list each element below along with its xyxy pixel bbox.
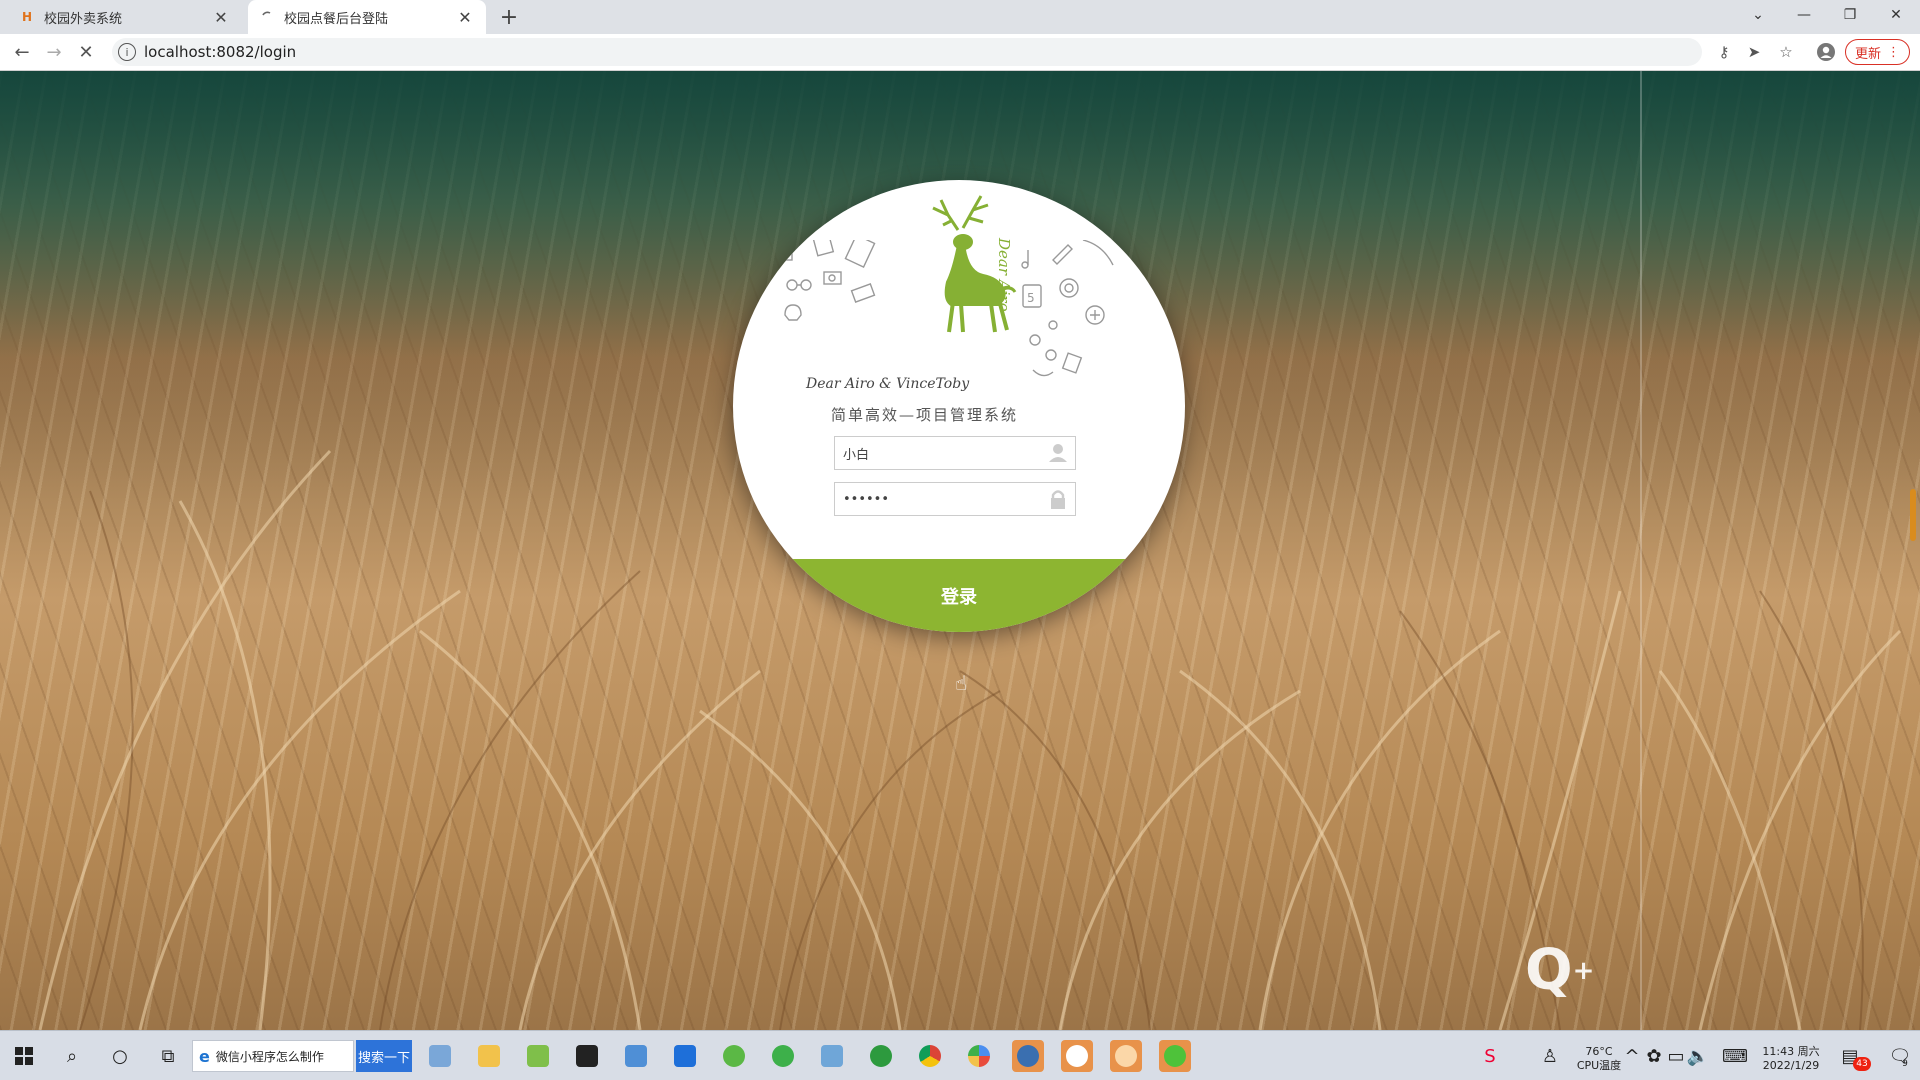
hand-cursor-icon: ☝ (955, 671, 968, 695)
password-field[interactable]: •••••• (834, 482, 1076, 516)
tab-close-icon[interactable]: ✕ (212, 8, 230, 27)
forward-icon[interactable]: → (42, 40, 66, 64)
send-icon[interactable]: ➤ (1742, 40, 1766, 64)
address-bar[interactable]: i localhost:8082/login (112, 38, 1702, 66)
q-plus-watermark-icon: Q+ (1525, 938, 1595, 1003)
window-app-icon[interactable] (620, 1040, 652, 1072)
blue-app-icon[interactable] (816, 1040, 848, 1072)
taskbar-search-input[interactable]: e 微信小程序怎么制作 (192, 1040, 354, 1072)
side-scroll-handle[interactable] (1910, 489, 1916, 541)
cortana-icon[interactable]: ○ (104, 1040, 136, 1072)
network-icon[interactable]: ▭ (1666, 1040, 1686, 1072)
task-view-icon[interactable]: ⧉ (152, 1040, 184, 1072)
login-card: 5 Dear Airo Dear Airo & VinceToby 简单高效—项… (733, 180, 1185, 632)
key-icon[interactable]: ⚷ (1712, 40, 1736, 64)
download-app-icon[interactable] (865, 1040, 897, 1072)
chrome-icon[interactable] (914, 1040, 946, 1072)
orange-app-icon[interactable] (1061, 1040, 1093, 1072)
cpu-temp: 76°C CPU温度 (1574, 1045, 1624, 1073)
username-value: 小白 (843, 447, 870, 463)
windows-start-icon[interactable] (8, 1040, 40, 1072)
terminal-icon[interactable] (571, 1040, 603, 1072)
clock[interactable]: 11:43 周六 2022/1/29 (1756, 1045, 1826, 1073)
search-app-icon[interactable] (1110, 1040, 1142, 1072)
browser-tab-strip: H 校园外卖系统 ✕ 校园点餐后台登陆 ✕ + ⌄ — ❐ ✕ (0, 0, 1920, 34)
lock-icon (1051, 490, 1065, 509)
minimize-button[interactable]: — (1781, 0, 1827, 30)
ie-icon: e (199, 1046, 210, 1066)
globe-app-icon[interactable] (1012, 1040, 1044, 1072)
system-slogan: 简单高效—项目管理系统 (831, 406, 1019, 424)
tagline: Dear Airo & VinceToby (806, 376, 970, 392)
clock-date: 2022/1/29 (1762, 1059, 1820, 1072)
url-text: localhost:8082/login (144, 43, 297, 61)
user-icon (1049, 444, 1067, 462)
green-leaf-app-icon[interactable] (767, 1040, 799, 1072)
pinwheel-app-icon[interactable] (963, 1040, 995, 1072)
notification-count-badge: 43 (1853, 1057, 1871, 1071)
tab-login[interactable]: 校园点餐后台登陆 ✕ (248, 0, 486, 34)
volume-icon[interactable]: 🔈 (1687, 1040, 1709, 1072)
more-menu-icon: ⋮ (1887, 44, 1900, 60)
search-icon[interactable]: ⌕ (56, 1040, 88, 1072)
ime-icon[interactable]: S (1474, 1040, 1506, 1072)
password-value: •••••• (843, 491, 890, 507)
clock-time: 11:43 周六 (1762, 1045, 1820, 1058)
editor-app-icon[interactable] (522, 1040, 554, 1072)
action-center-count: 9 (1902, 1059, 1908, 1069)
person-tray-icon[interactable]: ♙ (1534, 1040, 1566, 1072)
temp-value: 76°C (1585, 1045, 1613, 1058)
new-tab-button[interactable]: + (496, 4, 522, 30)
login-button[interactable]: 登录 (733, 559, 1185, 632)
bookmark-star-icon[interactable]: ☆ (1774, 40, 1798, 64)
tab-search-icon[interactable]: ⌄ (1735, 0, 1781, 30)
tab-favicon: H (21, 10, 33, 24)
file-explorer-icon[interactable] (473, 1040, 505, 1072)
loading-favicon-icon (260, 10, 274, 24)
svg-text:5: 5 (1027, 291, 1035, 305)
tab-takeaway-system[interactable]: H 校园外卖系统 ✕ (8, 0, 242, 34)
update-label: 更新 (1854, 46, 1881, 62)
back-icon[interactable]: ← (10, 40, 34, 64)
username-field[interactable]: 小白 (834, 436, 1076, 470)
green-app-icon[interactable] (718, 1040, 750, 1072)
stop-loading-icon[interactable]: ✕ (74, 40, 98, 64)
update-button[interactable]: 更新 ⋮ (1845, 39, 1910, 65)
taskbar-search-button[interactable]: 搜索一下 (356, 1040, 412, 1072)
taskbar-search-text: 微信小程序怎么制作 (215, 1049, 324, 1064)
windows-taskbar: ⌕ ○ ⧉ e 微信小程序怎么制作 搜索一下 S ♙ 76°C CPU温度 ^ … (0, 1030, 1920, 1080)
browser-toolbar: ← → ✕ i localhost:8082/login ⚷ ➤ ☆ 更新 ⋮ (0, 34, 1920, 71)
brand-vertical-text: Dear Airo (995, 238, 1013, 312)
notepad-app-icon[interactable] (424, 1040, 456, 1072)
tab-title: 校园点餐后台登陆 (284, 11, 389, 27)
keyboard-icon[interactable]: ⌨ (1722, 1040, 1748, 1072)
tray-chevron-icon[interactable]: ^ (1622, 1040, 1642, 1072)
login-page: Q+ 5 Dear Airo Dear Airo & VinceToby 简单高… (0, 71, 1920, 1030)
temp-label: CPU温度 (1576, 1059, 1622, 1072)
site-info-icon[interactable]: i (118, 43, 136, 61)
tab-close-icon[interactable]: ✕ (456, 8, 474, 27)
restore-button[interactable]: ❐ (1827, 0, 1873, 30)
page-seam-divider (1640, 71, 1642, 1030)
close-window-button[interactable]: ✕ (1873, 0, 1919, 30)
wechat-icon[interactable] (1159, 1040, 1191, 1072)
video-meeting-icon[interactable] (669, 1040, 701, 1072)
login-button-label: 登录 (941, 587, 977, 608)
tab-title: 校园外卖系统 (44, 11, 123, 27)
qq-tray-icon[interactable]: ✿ (1644, 1040, 1664, 1072)
profile-icon[interactable] (1814, 40, 1838, 64)
